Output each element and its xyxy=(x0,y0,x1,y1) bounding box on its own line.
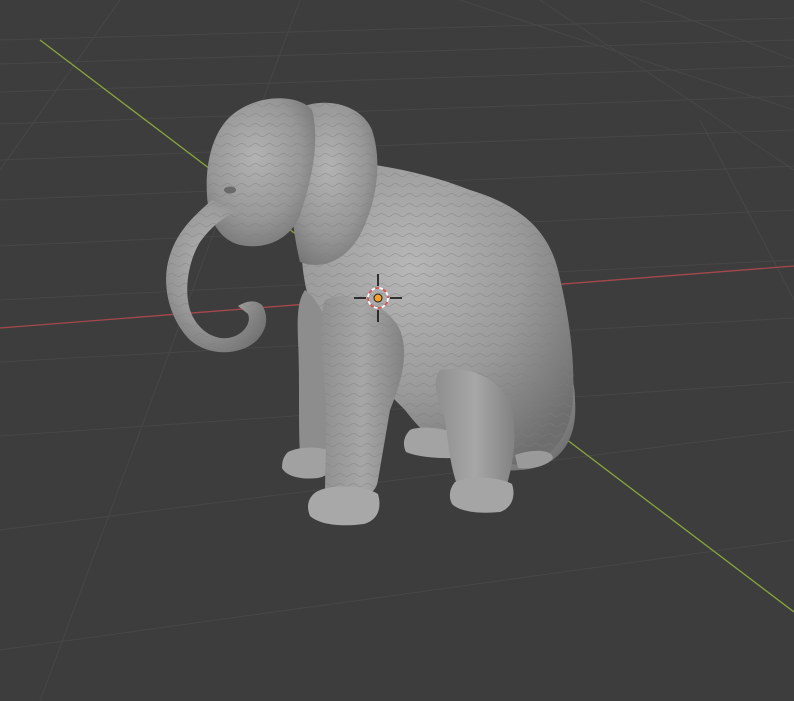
elephant-tail xyxy=(515,450,553,469)
viewport-canvas[interactable] xyxy=(0,0,794,701)
elephant-leg-texture xyxy=(321,296,405,499)
3d-viewport[interactable] xyxy=(0,0,794,701)
elephant-rear-foot-near xyxy=(449,477,514,513)
elephant-eye xyxy=(224,186,236,194)
elephant-model[interactable] xyxy=(166,98,576,526)
elephant-front-foot-near xyxy=(308,486,380,526)
